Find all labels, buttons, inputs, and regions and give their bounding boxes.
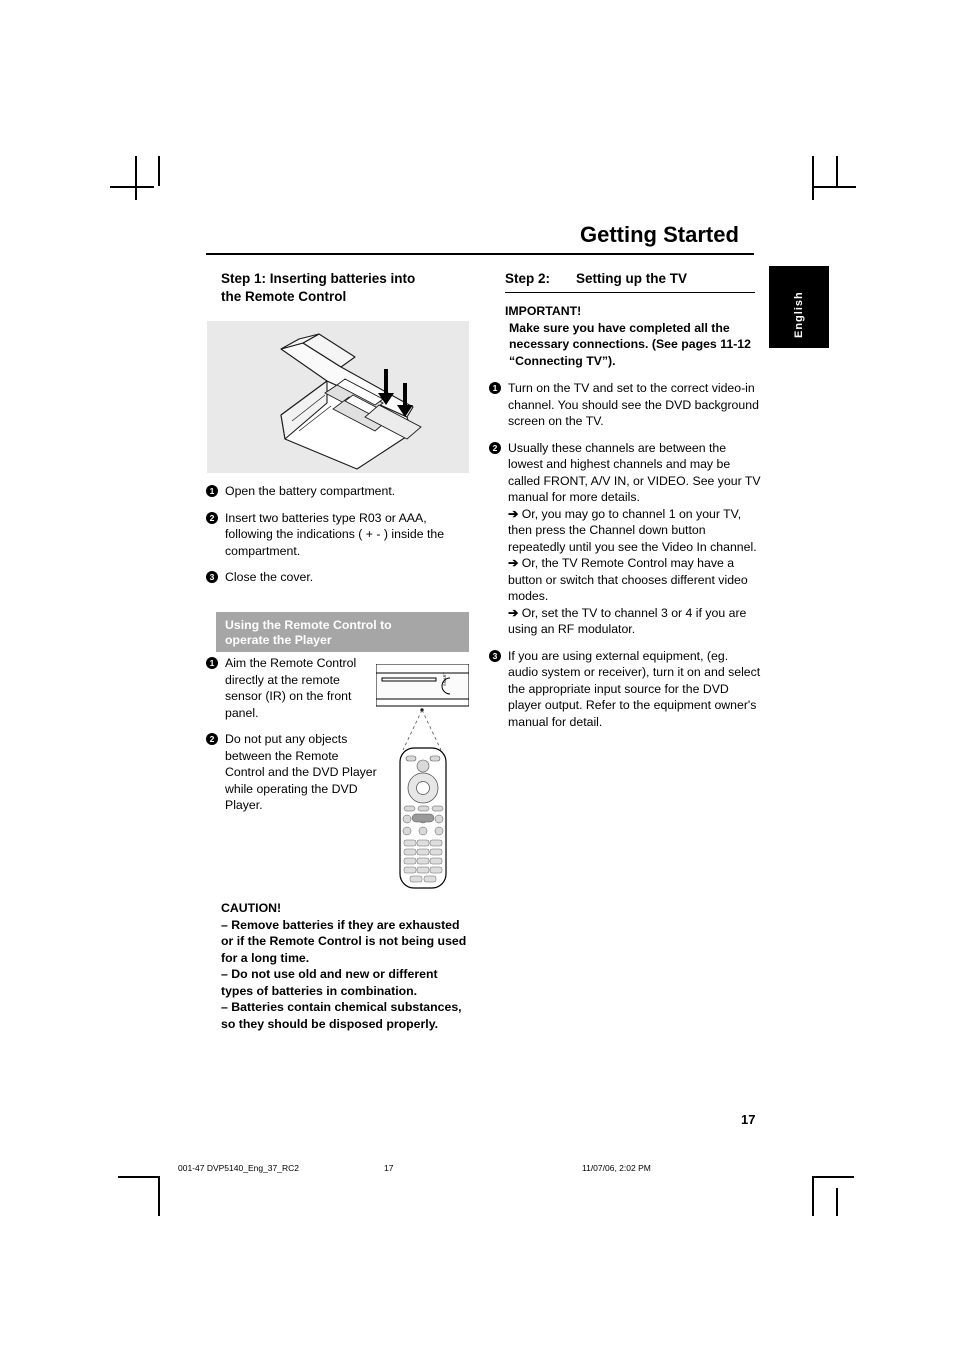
- remote-usage-section-header-text: Using the Remote Control to operate the …: [225, 618, 461, 648]
- step2-title: Setting up the TV: [576, 271, 688, 286]
- footer-file: 001-47 DVP5140_Eng_37_RC2: [178, 1163, 299, 1173]
- right-column: Step 2: Setting up the TV: [505, 271, 755, 286]
- page-title: Getting Started: [580, 222, 739, 247]
- list-text: Usually these channels are between the l…: [508, 440, 761, 505]
- list-item: 2 Insert two batteries type R03 or AAA, …: [206, 510, 472, 560]
- footer-page: 17: [384, 1163, 394, 1173]
- caution-line: – Do not use old and new or different ty…: [221, 967, 438, 998]
- arrow-icon: ➔: [508, 605, 519, 620]
- list-text: Open the battery compartment.: [225, 484, 396, 498]
- list-text: Insert two batteries type R03 or AAA, fo…: [225, 510, 445, 558]
- remote-usage-list-container: 1 Aim the Remote Control directly at the…: [206, 655, 378, 824]
- crop-mark-bottom-right-v: [812, 1176, 814, 1216]
- crop-mark-top-left-v: [135, 156, 137, 200]
- step2-label: Step 2:: [505, 271, 551, 286]
- battery-insertion-illustration: [207, 321, 469, 473]
- list-item: 1 Turn on the TV and set to the correct …: [489, 380, 761, 430]
- important-block: IMPORTANT! Make sure you have completed …: [505, 303, 757, 369]
- crop-mark-bottom-left-v: [158, 1176, 160, 1216]
- language-tab: English: [769, 266, 829, 348]
- list-subitem: ➔ Or, you may go to channel 1 on your TV…: [508, 506, 761, 556]
- list-item: 1 Aim the Remote Control directly at the…: [206, 655, 378, 721]
- caution-line: – Batteries contain chemical substances,…: [221, 1000, 462, 1031]
- step1-heading-line1: Step 1: Inserting batteries into: [221, 271, 416, 286]
- list-item: 3 Close the cover.: [206, 569, 472, 586]
- header-divider: [206, 253, 754, 255]
- list-item: 1 Open the battery compartment.: [206, 483, 472, 500]
- arrow-icon: ➔: [508, 556, 519, 570]
- step1-heading: Step 1: Inserting batteries into the Rem…: [221, 270, 469, 306]
- footer-timestamp: 11/07/06, 2:02 PM: [582, 1163, 651, 1173]
- crop-mark-top-right-v2: [836, 156, 838, 186]
- step1-list-container: 1 Open the battery compartment. 2 Insert…: [206, 483, 472, 596]
- list-text: If you are using external equipment, (eg…: [508, 648, 761, 729]
- page-number: 17: [741, 1112, 756, 1127]
- step2-heading: Step 2: Setting up the TV: [505, 271, 755, 286]
- list-item: 3 If you are using external equipment, (…: [489, 648, 761, 731]
- step2-list-container: 1 Turn on the TV and set to the correct …: [489, 380, 761, 740]
- list-number: 2: [206, 733, 218, 745]
- caution-block: CAUTION! – Remove batteries if they are …: [221, 900, 473, 1032]
- remote-usage-header-line1: Using the Remote Control to: [225, 618, 392, 632]
- remote-usage-list: 1 Aim the Remote Control directly at the…: [206, 655, 378, 814]
- crop-mark-bottom-right-h: [812, 1176, 854, 1178]
- list-subitem: ➔ Or, the TV Remote Control may have a b…: [508, 555, 761, 605]
- remote-battery-drawing: [280, 333, 422, 470]
- list-number: 3: [206, 571, 218, 583]
- list-subitem-text: Or, set the TV to channel 3 or 4 if you …: [508, 605, 747, 637]
- list-text: Close the cover.: [225, 570, 314, 584]
- list-subitem: ➔ Or, set the TV to channel 3 or 4 if yo…: [508, 605, 761, 638]
- crop-mark-bottom-right-v2: [836, 1188, 838, 1216]
- step1-heading-line2: the Remote Control: [221, 289, 347, 304]
- crop-mark-top-left-h: [110, 186, 154, 188]
- list-item: 2 Do not put any objects between the Rem…: [206, 731, 378, 814]
- remote-aiming-drawing: SMART: [375, 663, 470, 889]
- remote-usage-header-line2: operate the Player: [225, 633, 332, 647]
- list-text: Do not put any objects between the Remot…: [225, 732, 377, 812]
- left-column: Step 1: Inserting batteries into the Rem…: [221, 270, 469, 306]
- crop-mark-top-right-h: [812, 186, 856, 188]
- list-number: 2: [206, 511, 218, 524]
- list-number: 1: [206, 657, 218, 669]
- step2-divider: [505, 292, 755, 293]
- step1-list: 1 Open the battery compartment. 2 Insert…: [206, 483, 472, 586]
- list-text: Aim the Remote Control directly at the r…: [225, 656, 357, 720]
- crop-mark-top-right-v: [812, 156, 814, 200]
- remote-control-aiming-figure: SMART: [375, 663, 470, 892]
- caution-line: – Remove batteries if they are exhausted…: [221, 917, 467, 965]
- list-number: 3: [489, 649, 501, 662]
- crop-mark-top-left-v2: [158, 156, 160, 186]
- important-title: IMPORTANT!: [505, 304, 582, 318]
- crop-mark-bottom-left-h: [118, 1176, 160, 1178]
- arrow-icon: ➔: [508, 506, 519, 521]
- list-number: 1: [206, 485, 218, 497]
- caution-title: CAUTION!: [221, 901, 282, 915]
- list-item: 2 Usually these channels are between the…: [489, 440, 761, 638]
- list-number: 2: [489, 441, 501, 454]
- list-subitem-text: Or, the TV Remote Control may have a but…: [508, 556, 748, 603]
- important-text: Make sure you have completed all the nec…: [509, 320, 751, 368]
- list-subitem-text: Or, you may go to channel 1 on your TV, …: [508, 506, 757, 554]
- list-number: 1: [489, 382, 501, 394]
- step2-list: 1 Turn on the TV and set to the correct …: [489, 380, 761, 730]
- language-tab-label: English: [793, 291, 805, 338]
- remote-usage-section-header: Using the Remote Control to operate the …: [216, 612, 469, 652]
- list-text: Turn on the TV and set to the correct vi…: [508, 381, 759, 428]
